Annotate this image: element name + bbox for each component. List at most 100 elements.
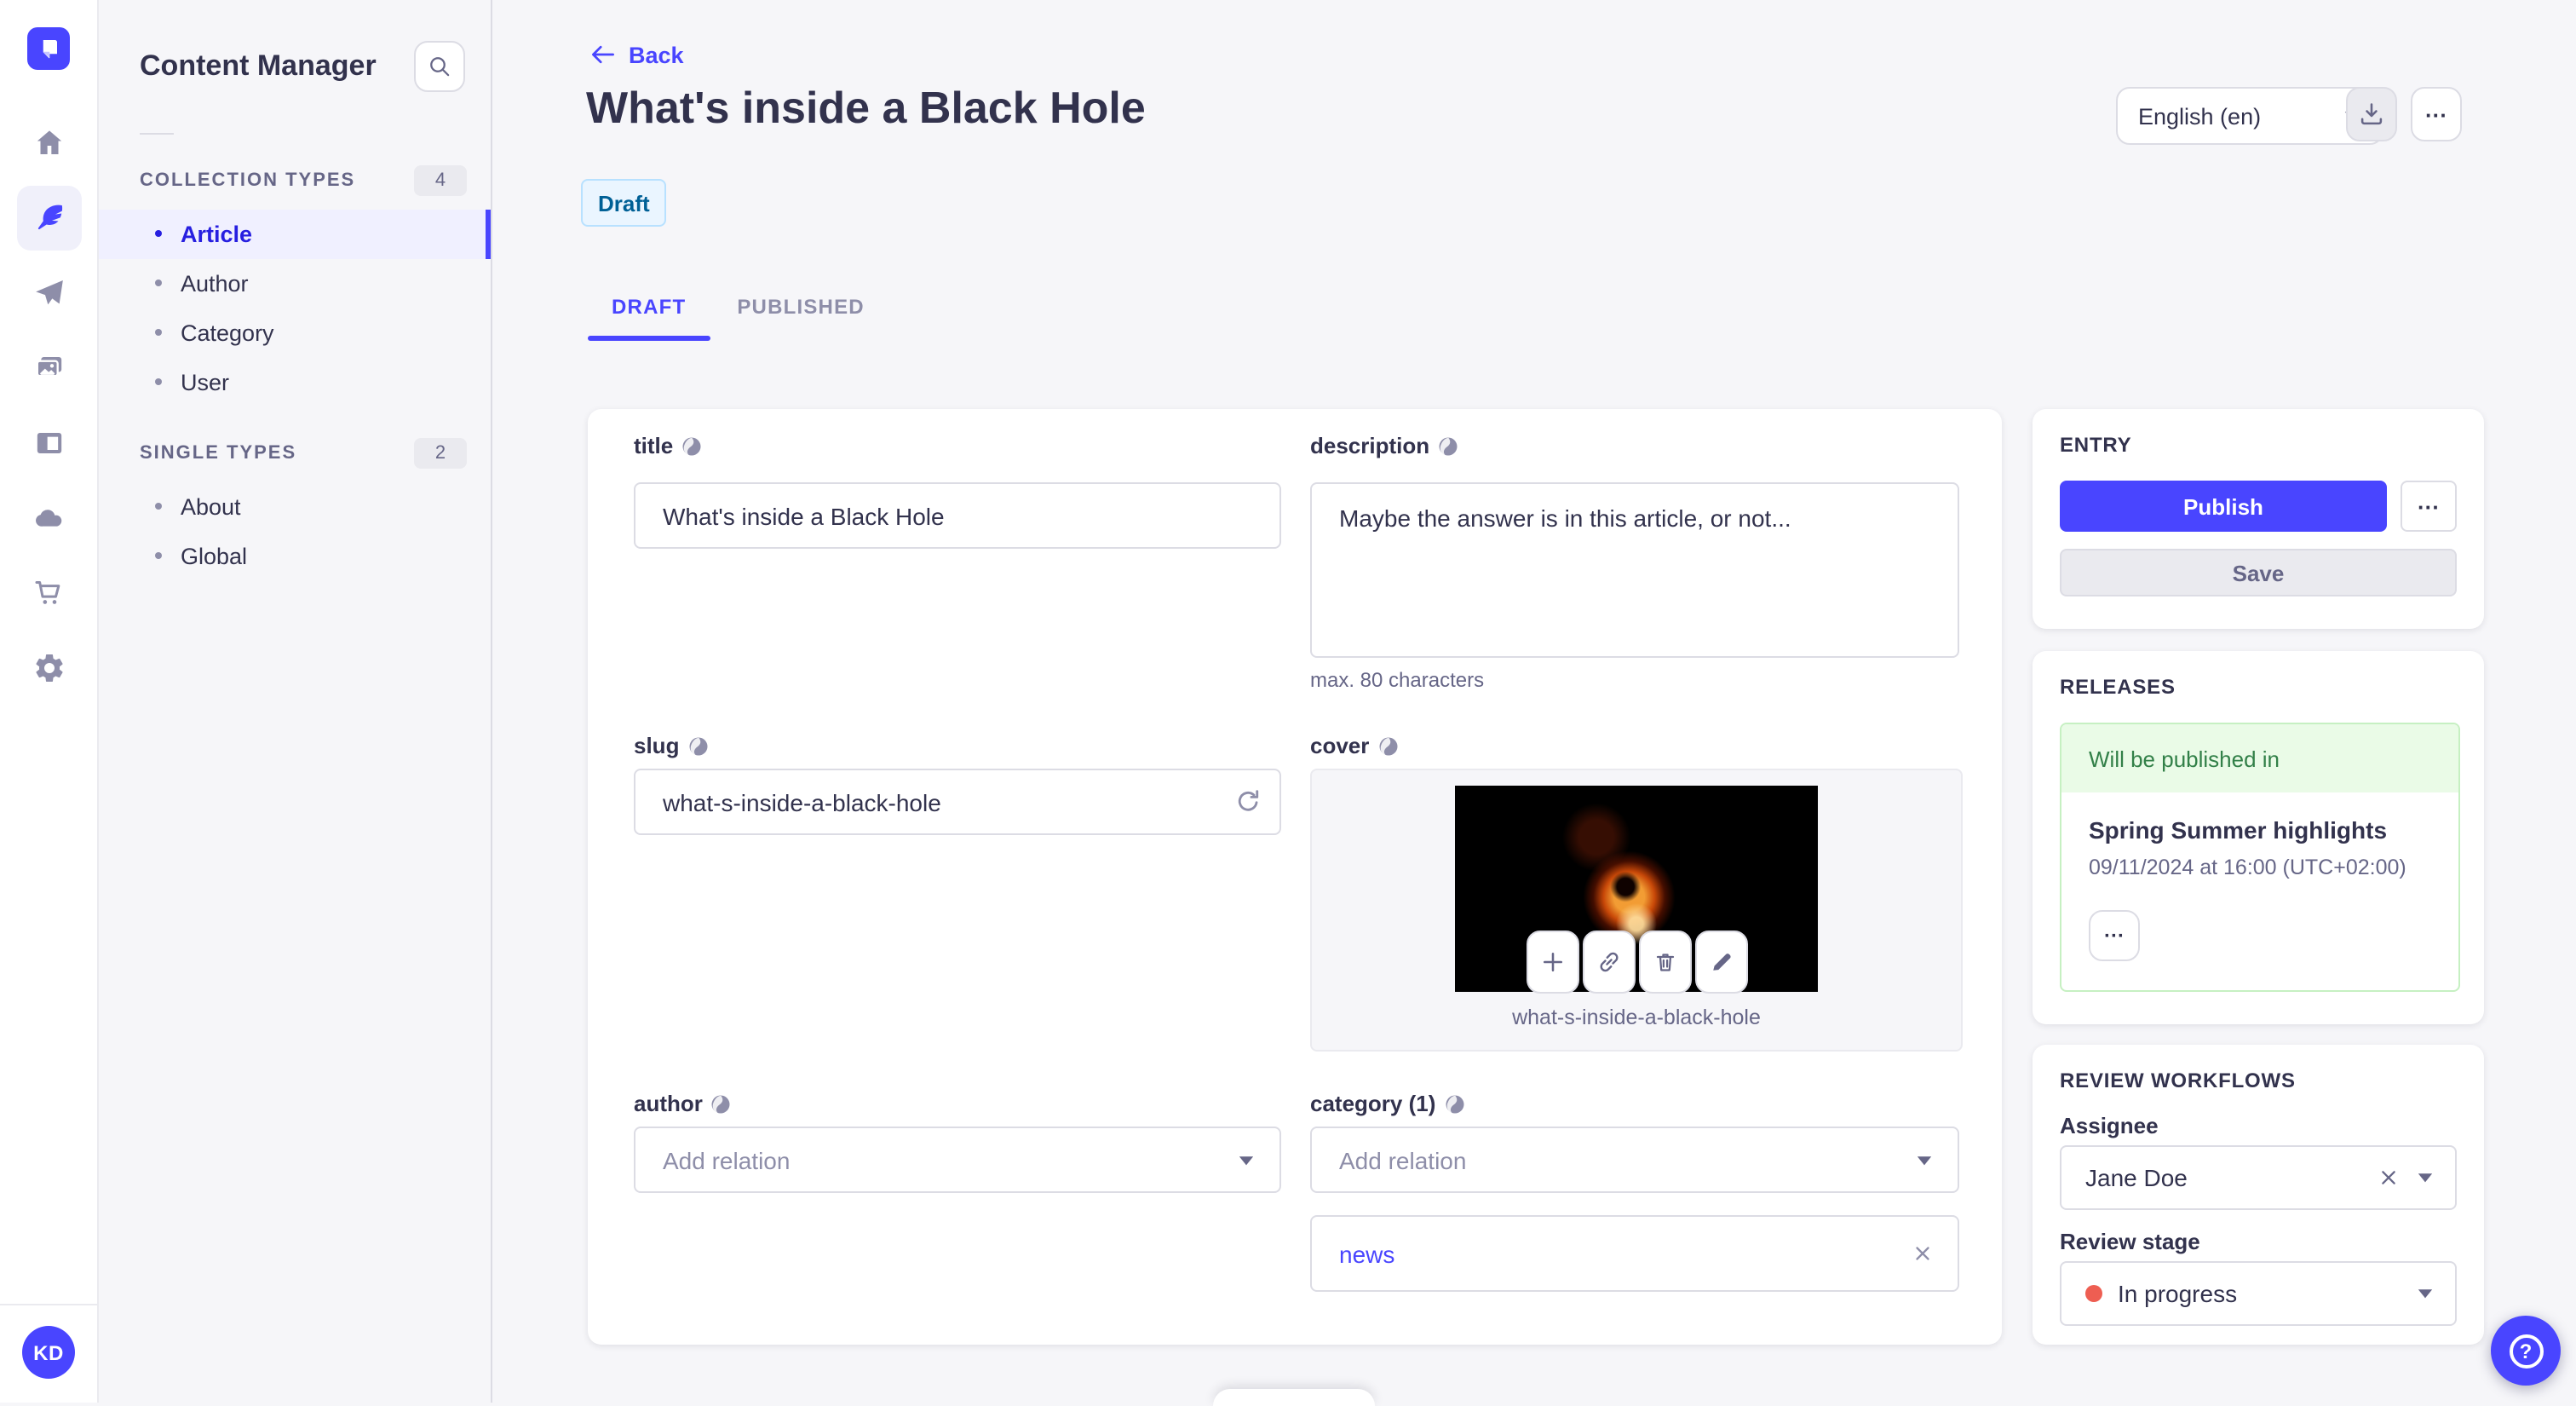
- review-panel-title: REVIEW WORKFLOWS: [2060, 1069, 2296, 1092]
- field-label-text: description: [1310, 433, 1430, 458]
- section-count-badge: 2: [414, 437, 467, 469]
- review-stage-combobox[interactable]: In progress: [2060, 1261, 2457, 1326]
- category-field-label: category (1): [1310, 1091, 1464, 1116]
- paper-plane-icon[interactable]: [16, 261, 81, 326]
- chevron-down-icon: [1917, 1155, 1932, 1165]
- cloud-icon[interactable]: [16, 486, 81, 550]
- relation-news-link[interactable]: news: [1339, 1240, 1394, 1267]
- save-button[interactable]: Save: [2060, 549, 2457, 596]
- description-hint: max. 80 characters: [1310, 668, 1485, 692]
- delete-media-button[interactable]: [1639, 931, 1692, 994]
- main-nav-rail: KD: [0, 0, 99, 1403]
- field-label-text: author: [634, 1091, 703, 1116]
- sidebar-item-about[interactable]: About: [99, 482, 491, 532]
- remove-relation-button[interactable]: [1912, 1242, 1934, 1265]
- pencil-icon: [1713, 954, 1731, 971]
- rail-footer: KD: [0, 1304, 97, 1403]
- sidebar-header: Content Manager: [99, 0, 491, 104]
- strapi-logo-icon: [43, 40, 57, 59]
- trash-icon: [1656, 954, 1675, 971]
- sidebar-item-user[interactable]: User: [99, 358, 491, 407]
- sidebar-item-label: About: [181, 493, 241, 520]
- help-button[interactable]: ?: [2491, 1316, 2561, 1386]
- link-icon: [1600, 952, 1619, 972]
- pictures-icon[interactable]: [16, 336, 81, 400]
- download-button[interactable]: [2346, 87, 2397, 141]
- category-relation-combobox[interactable]: Add relation: [1310, 1127, 1959, 1193]
- more-options-button[interactable]: ···: [2411, 87, 2462, 141]
- plus-icon: [1543, 952, 1563, 972]
- cover-toolbar: [1527, 931, 1748, 994]
- bullet-icon: [155, 503, 162, 510]
- arrow-left-icon: [592, 45, 614, 64]
- title-input[interactable]: [634, 482, 1281, 549]
- cover-caption: what-s-inside-a-black-hole: [1512, 1006, 1761, 1029]
- field-label-text: title: [634, 433, 674, 458]
- section-count-badge: 4: [414, 164, 467, 196]
- release-date: 09/11/2024 at 16:00 (UTC+02:00): [2089, 856, 2406, 879]
- home-icon[interactable]: [16, 111, 81, 176]
- release-card: Will be published in Spring Summer highl…: [2060, 723, 2460, 992]
- avatar[interactable]: KD: [22, 1326, 75, 1379]
- bullet-icon: [155, 378, 162, 386]
- collection-types-list: Article Author Category User: [99, 209, 491, 407]
- edit-media-button[interactable]: [1695, 931, 1748, 994]
- field-label-text: slug: [634, 733, 680, 758]
- globe-icon: [1445, 1094, 1463, 1113]
- category-placeholder: Add relation: [1339, 1146, 1467, 1173]
- globe-icon: [1378, 736, 1397, 755]
- x-icon: [2382, 1171, 2395, 1184]
- sidebar-item-article[interactable]: Article: [99, 209, 491, 259]
- releases-panel: RELEASES Will be published in Spring Sum…: [2033, 651, 2484, 1024]
- refresh-icon: [1238, 790, 1259, 811]
- tab-published[interactable]: PUBLISHED: [713, 273, 888, 341]
- assignee-combobox[interactable]: Jane Doe: [2060, 1145, 2457, 1210]
- globe-icon: [688, 736, 707, 755]
- back-link[interactable]: Back: [588, 41, 684, 68]
- feather-icon[interactable]: [16, 186, 81, 251]
- sidebar-item-global[interactable]: Global: [99, 532, 491, 581]
- clear-assignee-button[interactable]: [2378, 1167, 2399, 1188]
- chevron-down-icon: [1239, 1155, 1254, 1165]
- download-icon: [2360, 103, 2383, 125]
- search-button[interactable]: [414, 41, 465, 93]
- regenerate-slug-button[interactable]: [1230, 784, 1264, 818]
- section-collection-types: COLLECTION TYPES 4: [99, 164, 491, 196]
- search-icon: [430, 57, 450, 78]
- globe-icon: [1439, 436, 1458, 455]
- cart-icon[interactable]: [16, 561, 81, 625]
- entry-more-button[interactable]: ···: [2401, 481, 2457, 532]
- layout-icon[interactable]: [16, 411, 81, 475]
- add-media-button[interactable]: [1527, 931, 1579, 994]
- slug-field: [634, 769, 1281, 835]
- release-more-button[interactable]: ···: [2089, 910, 2140, 961]
- rail-nav: [16, 111, 81, 700]
- slug-input[interactable]: [634, 769, 1281, 835]
- entry-panel: ENTRY Publish ··· Save: [2033, 409, 2484, 629]
- author-relation-combobox[interactable]: Add relation: [634, 1127, 1281, 1193]
- bullet-icon: [155, 329, 162, 337]
- sidebar-item-label: Author: [181, 270, 249, 297]
- section-label: SINGLE TYPES: [140, 442, 297, 464]
- assignee-label: Assignee: [2060, 1113, 2159, 1138]
- sidebar-item-label: Global: [181, 543, 248, 569]
- edit-form-card: title description Maybe the answer is in…: [588, 409, 2002, 1345]
- gear-icon[interactable]: [16, 636, 81, 700]
- release-status-banner: Will be published in: [2061, 724, 2458, 792]
- version-tabs: DRAFT PUBLISHED: [588, 273, 888, 341]
- bullet-icon: [155, 279, 162, 287]
- description-textarea[interactable]: Maybe the answer is in this article, or …: [1310, 482, 1959, 658]
- sidebar-item-category[interactable]: Category: [99, 308, 491, 358]
- stage-value: In progress: [2118, 1280, 2238, 1307]
- slug-field-label: slug: [634, 733, 708, 758]
- copy-link-button[interactable]: [1583, 931, 1636, 994]
- publish-button[interactable]: Publish: [2060, 481, 2387, 532]
- sidebar-title: Content Manager: [140, 49, 377, 83]
- author-placeholder: Add relation: [663, 1146, 791, 1173]
- strapi-logo[interactable]: [27, 27, 70, 70]
- review-stage-label: Review stage: [2060, 1229, 2200, 1254]
- sidebar-item-author[interactable]: Author: [99, 259, 491, 308]
- stage-status-dot: [2085, 1285, 2102, 1302]
- tab-draft[interactable]: DRAFT: [588, 273, 710, 341]
- locale-select[interactable]: English (en): [2116, 87, 2383, 145]
